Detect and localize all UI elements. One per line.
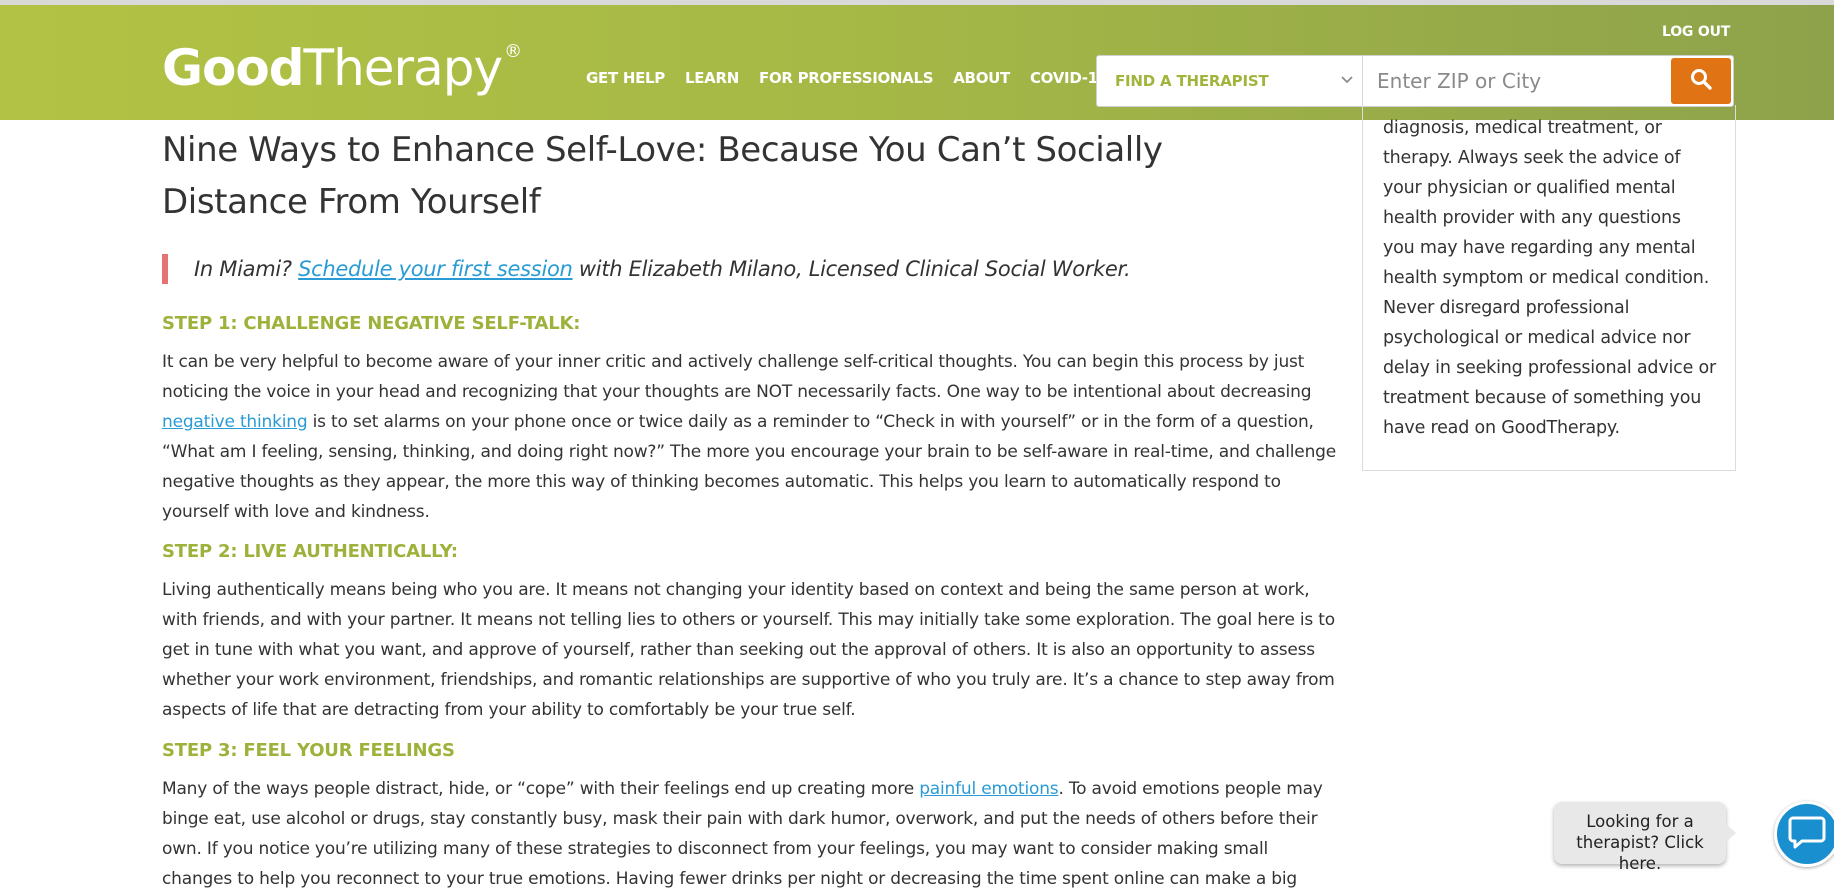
chevron-down-icon — [1340, 72, 1354, 90]
step-1-text-a: It can be very helpful to become aware o… — [162, 352, 1312, 402]
step-3-text-a: Many of the ways people distract, hide, … — [162, 779, 920, 799]
nav-get-help[interactable]: GET HELP — [586, 69, 665, 87]
step-3-heading: STEP 3: FEEL YOUR FEELINGS — [162, 740, 455, 761]
disclaimer-sidebar: diagnosis, medical treatment, or therapy… — [1362, 105, 1736, 471]
nav-about[interactable]: ABOUT — [953, 69, 1010, 87]
chat-prompt-line-2: therapist? Click here. — [1576, 833, 1704, 873]
negative-thinking-link[interactable]: negative thinking — [162, 412, 308, 432]
step-1-paragraph: It can be very helpful to become aware o… — [162, 347, 1337, 527]
chat-icon — [1788, 814, 1826, 854]
step-1-text-b: is to set alarms on your phone once or t… — [162, 412, 1336, 522]
site-header: GoodTherapy ® GET HELP LEARN FOR PROFESSI… — [0, 5, 1834, 120]
step-2-heading: STEP 2: LIVE AUTHENTICALLY: — [162, 541, 458, 562]
painful-emotions-link[interactable]: painful emotions — [919, 779, 1058, 799]
article-title: Nine Ways to Enhance Self-Love: Because … — [162, 130, 1163, 222]
callout-prefix: In Miami? — [194, 257, 299, 281]
step-2-paragraph: Living authentically means being who you… — [162, 580, 1335, 720]
schedule-session-link[interactable]: Schedule your first session — [298, 257, 573, 281]
therapist-search: FIND A THERAPIST — [1096, 55, 1734, 107]
find-therapist-select[interactable]: FIND A THERAPIST — [1097, 56, 1363, 106]
step-3-paragraph: Many of the ways people distract, hide, … — [162, 774, 1337, 891]
session-callout: In Miami? Schedule your first session wi… — [162, 254, 1131, 284]
callout-suffix: with Elizabeth Milano, Licensed Clinical… — [572, 257, 1131, 281]
registered-mark: ® — [504, 41, 522, 62]
chat-prompt-bubble[interactable]: Looking for a therapist? Click here. — [1554, 802, 1736, 873]
search-button[interactable] — [1671, 58, 1731, 104]
disclaimer-text: diagnosis, medical treatment, or therapy… — [1383, 118, 1717, 438]
zip-city-input[interactable] — [1363, 56, 1669, 106]
find-select-value: FIND A THERAPIST — [1115, 72, 1269, 90]
chat-prompt-line-1: Looking for a — [1586, 812, 1694, 831]
search-icon — [1689, 67, 1713, 95]
logo-light-text: Therapy — [303, 39, 504, 97]
main-nav: GET HELP LEARN FOR PROFESSIONALS ABOUT C… — [586, 69, 1128, 87]
nav-for-professionals[interactable]: FOR PROFESSIONALS — [759, 69, 934, 87]
step-1-heading: STEP 1: CHALLENGE NEGATIVE SELF-TALK: — [162, 313, 581, 334]
logout-link[interactable]: LOG OUT — [1662, 24, 1730, 40]
nav-learn[interactable]: LEARN — [685, 69, 739, 87]
chat-button[interactable] — [1774, 801, 1834, 867]
goodtherapy-logo[interactable]: GoodTherapy ® — [162, 41, 522, 94]
logo-bold-text: Good — [162, 39, 305, 97]
